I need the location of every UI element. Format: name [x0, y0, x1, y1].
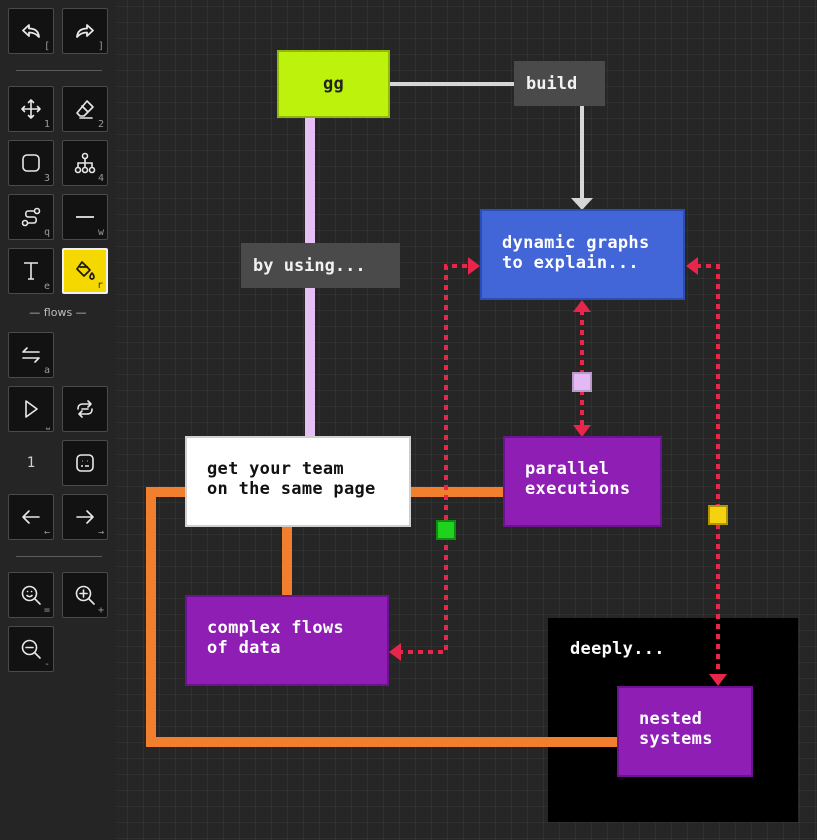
caption-icon — [76, 454, 94, 472]
line-tool-button[interactable]: w — [62, 194, 108, 240]
arrow-left-icon — [22, 510, 40, 524]
swap-flow-button[interactable]: a — [8, 332, 54, 378]
rounded-square-icon — [22, 154, 40, 172]
next-step-button[interactable]: → — [62, 494, 108, 540]
zoom-in-shortcut: + — [97, 605, 104, 616]
repeat-icon — [77, 400, 93, 418]
flow-port-yellow[interactable] — [708, 505, 728, 525]
route-icon — [21, 207, 41, 227]
zoom-reset-icon — [21, 585, 41, 605]
flows-section-label: — flows — — [29, 306, 87, 319]
zoom-in-icon — [75, 585, 95, 605]
paint-bucket-icon — [76, 261, 95, 280]
node-team-page[interactable]: get your team on the same page — [185, 436, 411, 527]
tree-tool-button[interactable]: 4 — [62, 140, 108, 186]
flow-caption-button[interactable] — [62, 440, 108, 486]
label-by-using[interactable]: by using... — [241, 243, 400, 288]
box-tool-button[interactable]: 3 — [8, 140, 54, 186]
node-nested-systems[interactable]: nested systems — [617, 686, 753, 777]
diagram-canvas[interactable]: gg build by using... dynamic graphs to e… — [116, 0, 817, 840]
loop-flow-button[interactable] — [62, 386, 108, 432]
zoom-out-shortcut: - — [43, 659, 50, 670]
prev-shortcut: ← — [43, 527, 50, 538]
swap-shortcut: a — [43, 365, 50, 376]
zoom-reset-shortcut: = — [43, 605, 50, 616]
move-icon — [21, 99, 41, 119]
play-icon — [25, 400, 38, 418]
arrow-right-icon — [76, 510, 94, 524]
label-build[interactable]: build — [514, 61, 605, 106]
move-tool-button[interactable]: 1 — [8, 86, 54, 132]
line-shortcut: w — [97, 227, 104, 238]
toolbar-divider — [16, 556, 102, 557]
flow-arrowhead — [709, 674, 727, 686]
eraser-icon — [76, 100, 94, 119]
undo-button[interactable]: [ — [8, 8, 54, 54]
box-shortcut: 3 — [43, 173, 50, 184]
group-deeply-label: deeply... — [570, 639, 665, 659]
prev-step-button[interactable]: ← — [8, 494, 54, 540]
path-tool-button[interactable]: q — [8, 194, 54, 240]
flow-port-lavender[interactable] — [572, 372, 592, 392]
zoom-out-icon — [21, 639, 41, 659]
node-dynamic-graphs[interactable]: dynamic graphs to explain... — [480, 209, 685, 300]
path-shortcut: q — [43, 227, 50, 238]
hierarchy-icon — [74, 152, 96, 174]
play-shortcut: ⎵ — [46, 419, 50, 430]
flow-arrowhead — [389, 643, 401, 661]
fill-tool-button[interactable]: r — [62, 248, 108, 294]
node-parallel-executions[interactable]: parallel executions — [503, 436, 662, 527]
flow-port-green[interactable] — [436, 520, 456, 540]
flow-counter: 1 — [26, 455, 36, 471]
flow-arrowhead — [573, 300, 591, 312]
swap-arrows-icon — [22, 347, 40, 363]
node-gg[interactable]: gg — [277, 50, 390, 118]
line-icon — [76, 216, 94, 218]
eraser-shortcut: 2 — [97, 119, 104, 130]
zoom-reset-button[interactable]: = — [8, 572, 54, 618]
fill-shortcut: r — [96, 280, 103, 291]
undo-icon — [22, 24, 40, 38]
toolbar-divider — [16, 70, 102, 71]
next-shortcut: → — [97, 527, 104, 538]
tree-shortcut: 4 — [97, 173, 104, 184]
flow-dynamic-nested[interactable] — [696, 264, 720, 676]
text-shortcut: e — [43, 281, 50, 292]
eraser-tool-button[interactable]: 2 — [62, 86, 108, 132]
play-flow-button[interactable]: ⎵ — [8, 386, 54, 432]
redo-button[interactable]: ] — [62, 8, 108, 54]
flow-arrowhead — [686, 257, 698, 275]
zoom-out-button[interactable]: - — [8, 626, 54, 672]
move-shortcut: 1 — [43, 119, 50, 130]
flow-arrowhead — [468, 257, 480, 275]
redo-shortcut: ] — [97, 41, 104, 52]
text-icon — [24, 262, 38, 280]
toolbar: [ ] 1 2 3 4 q w e r — flows — a ⎵ 1 ← → … — [0, 0, 116, 840]
zoom-in-button[interactable]: + — [62, 572, 108, 618]
redo-icon — [76, 24, 94, 38]
undo-shortcut: [ — [43, 41, 50, 52]
node-complex-flows[interactable]: complex flows of data — [185, 595, 389, 686]
text-tool-button[interactable]: e — [8, 248, 54, 294]
